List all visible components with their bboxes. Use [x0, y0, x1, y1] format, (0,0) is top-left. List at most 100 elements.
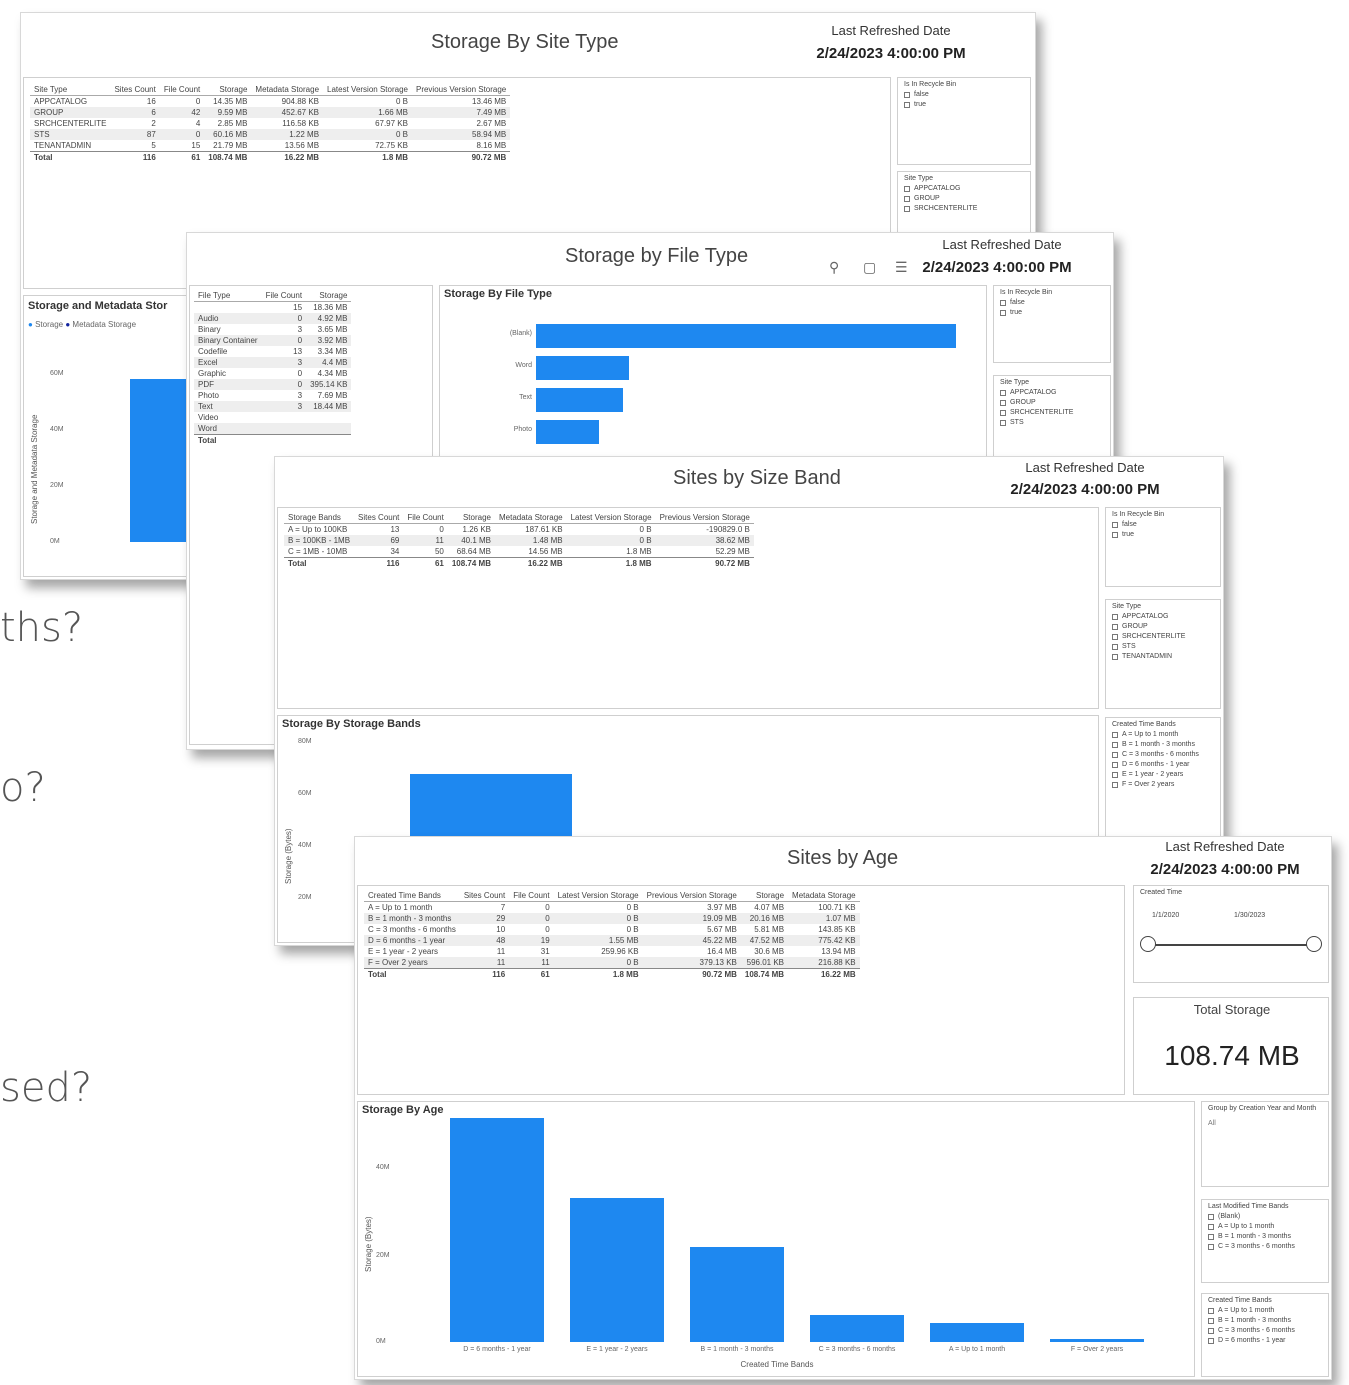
slicer-option[interactable]: C = 3 months - 6 months: [1112, 751, 1214, 758]
slicer-option[interactable]: B = 1 month - 3 months: [1208, 1317, 1322, 1324]
created-time-slicer[interactable]: Created Time 1/1/2020 1/30/2023: [1133, 885, 1329, 983]
checkbox[interactable]: [1112, 751, 1118, 758]
table-row[interactable]: SRCHCENTERLITE 2 4 2.85 MB 116.58 KB 67.97 KB…: [30, 118, 510, 129]
bar-file-type[interactable]: [536, 420, 599, 444]
copy-icon[interactable]: ▢: [863, 259, 876, 276]
slicer-option[interactable]: true: [904, 101, 1024, 108]
checkbox[interactable]: [1112, 531, 1118, 538]
recycle-bin-slicer[interactable]: Is In Recycle Bin false true: [1105, 507, 1221, 587]
table-row[interactable]: D = 6 months - 1 year 48 19 1.55 MB 45.22 MB…: [364, 935, 860, 946]
site-type-slicer[interactable]: Site Type APPCATALOG GROUP SRCHCENTERLIT…: [993, 375, 1111, 461]
slicer-option[interactable]: F = Over 2 years: [1112, 781, 1214, 788]
checkbox[interactable]: [904, 205, 910, 212]
checkbox[interactable]: [904, 101, 910, 108]
table-row[interactable]: A = Up to 100KB 13 0 1.26 KB 187.61 KB 0 B -19…: [284, 524, 754, 536]
slicer-option[interactable]: B = 1 month - 3 months: [1208, 1233, 1322, 1240]
slicer-option[interactable]: TENANTADMIN: [1112, 653, 1214, 660]
column-header[interactable]: File Count: [403, 512, 448, 524]
column-header[interactable]: Latest Version Storage: [566, 512, 656, 524]
slicer-option[interactable]: STS: [1000, 419, 1104, 426]
checkbox[interactable]: [1112, 761, 1118, 768]
table-row[interactable]: Binary Container 0 3.92 MB: [194, 335, 352, 346]
checkbox[interactable]: [1208, 1327, 1214, 1334]
table-row[interactable]: C = 3 months - 6 months 10 0 0 B 5.67 MB 5.81…: [364, 924, 860, 935]
checkbox[interactable]: [1000, 299, 1006, 306]
table-row[interactable]: Excel 3 4.4 MB: [194, 357, 352, 368]
checkbox[interactable]: [904, 185, 910, 192]
column-header[interactable]: Previous Version Storage: [655, 512, 754, 524]
column-header[interactable]: Sites Count: [459, 890, 510, 902]
slicer-option[interactable]: GROUP: [1000, 399, 1104, 406]
table-row[interactable]: B = 1 month - 3 months 29 0 0 B 19.09 MB 20.1…: [364, 913, 860, 924]
slicer-option[interactable]: true: [1112, 531, 1214, 538]
slicer-option[interactable]: E = 1 year - 2 years: [1112, 771, 1214, 778]
bar-age[interactable]: [690, 1246, 784, 1342]
range-handle-start[interactable]: [1140, 936, 1156, 952]
slicer-option[interactable]: APPCATALOG: [904, 185, 1024, 192]
checkbox[interactable]: [1208, 1223, 1214, 1230]
slicer-option[interactable]: (Blank): [1208, 1213, 1322, 1220]
checkbox[interactable]: [1112, 633, 1118, 640]
bar-age[interactable]: [810, 1314, 904, 1342]
slicer-option[interactable]: SRCHCENTERLITE: [1000, 409, 1104, 416]
checkbox[interactable]: [1112, 771, 1118, 778]
column-header[interactable]: Site Type: [30, 84, 111, 96]
column-header[interactable]: Created Time Bands: [364, 890, 460, 902]
table-row[interactable]: F = Over 2 years 11 11 0 B 379.13 KB 596.01 K…: [364, 957, 860, 969]
checkbox[interactable]: [1208, 1337, 1214, 1344]
table-row[interactable]: GROUP 6 42 9.59 MB 452.67 KB 1.66 MB 7.49 MB: [30, 107, 511, 118]
slicer-option[interactable]: false: [1112, 521, 1214, 528]
checkbox[interactable]: [1112, 653, 1118, 660]
checkbox[interactable]: [1208, 1233, 1214, 1240]
table-row[interactable]: E = 1 year - 2 years 11 31 259.96 KB 16.4 MB…: [364, 946, 860, 957]
slicer-option[interactable]: C = 3 months - 6 months: [1208, 1327, 1322, 1334]
slicer-option[interactable]: A = Up to 1 month: [1208, 1307, 1322, 1314]
bar-age[interactable]: [930, 1322, 1024, 1342]
table-row[interactable]: Binary 3 3.65 MB: [194, 324, 351, 335]
column-header[interactable]: Storage: [740, 890, 789, 902]
table-row[interactable]: Photo 3 7.69 MB: [194, 390, 351, 401]
column-header[interactable]: Previous Version Storage: [411, 84, 511, 96]
slicer-option[interactable]: SRCHCENTERLITE: [904, 205, 1024, 212]
checkbox[interactable]: [1208, 1243, 1214, 1250]
slicer-option[interactable]: GROUP: [904, 195, 1024, 202]
bar-storage[interactable]: [130, 378, 190, 542]
table-row[interactable]: Codefile 13 3.34 MB: [194, 346, 351, 357]
table-row[interactable]: Graphic 0 4.34 MB: [194, 368, 351, 379]
column-header[interactable]: Latest Version Storage: [553, 890, 643, 902]
recycle-bin-slicer[interactable]: Is In Recycle Bin false true: [897, 77, 1031, 165]
column-header[interactable]: File Type: [194, 290, 262, 302]
slicer-option[interactable]: SRCHCENTERLITE: [1112, 633, 1214, 640]
slicer-option[interactable]: GROUP: [1112, 623, 1214, 630]
checkbox[interactable]: [1000, 419, 1006, 426]
checkbox[interactable]: [1208, 1213, 1214, 1220]
site-type-slicer[interactable]: Site Type APPCATALOG GROUP SRCHCENTERLIT…: [1105, 599, 1221, 709]
column-header[interactable]: Storage: [306, 290, 352, 302]
bar-age[interactable]: [450, 1117, 544, 1342]
group-by-slicer[interactable]: Group by Creation Year and Month All: [1201, 1101, 1329, 1187]
pin-icon[interactable]: ⚲: [829, 259, 839, 276]
column-header[interactable]: Metadata Storage: [495, 512, 567, 524]
created-time-bands-slicer[interactable]: Created Time Bands A = Up to 1 month B =…: [1105, 717, 1221, 837]
column-header[interactable]: Sites Count: [354, 512, 404, 524]
checkbox[interactable]: [1112, 623, 1118, 630]
slicer-option[interactable]: D = 6 months - 1 year: [1208, 1337, 1322, 1344]
table-row[interactable]: Word: [194, 423, 352, 435]
table-row[interactable]: A = Up to 1 month 7 0 0 B 3.97 MB 4.07 MB 100.…: [364, 902, 860, 914]
table-row[interactable]: PDF 0 395.14 KB: [194, 379, 352, 390]
slicer-option[interactable]: APPCATALOG: [1112, 613, 1214, 620]
checkbox[interactable]: [1208, 1317, 1214, 1324]
table-row[interactable]: STS 87 0 60.16 MB 1.22 MB 0 B 58.94 MB: [30, 129, 511, 140]
table-row[interactable]: APPCATALOG 16 0 14.35 MB 904.88 KB 0 B 13.46 M…: [30, 96, 510, 108]
site-type-slicer[interactable]: Site Type APPCATALOG GROUP SRCHCENTERLIT…: [897, 171, 1031, 241]
bar-file-type[interactable]: [536, 324, 956, 348]
checkbox[interactable]: [1000, 409, 1006, 416]
column-header[interactable]: Metadata Storage: [788, 890, 860, 902]
checkbox[interactable]: [1112, 781, 1118, 788]
column-header[interactable]: Sites Count: [110, 84, 160, 96]
checkbox[interactable]: [1208, 1307, 1214, 1314]
slicer-option[interactable]: STS: [1112, 643, 1214, 650]
created-time-bands-slicer[interactable]: Created Time Bands A = Up to 1 month B =…: [1201, 1293, 1329, 1377]
bar-age[interactable]: [570, 1197, 664, 1342]
checkbox[interactable]: [1112, 521, 1118, 528]
